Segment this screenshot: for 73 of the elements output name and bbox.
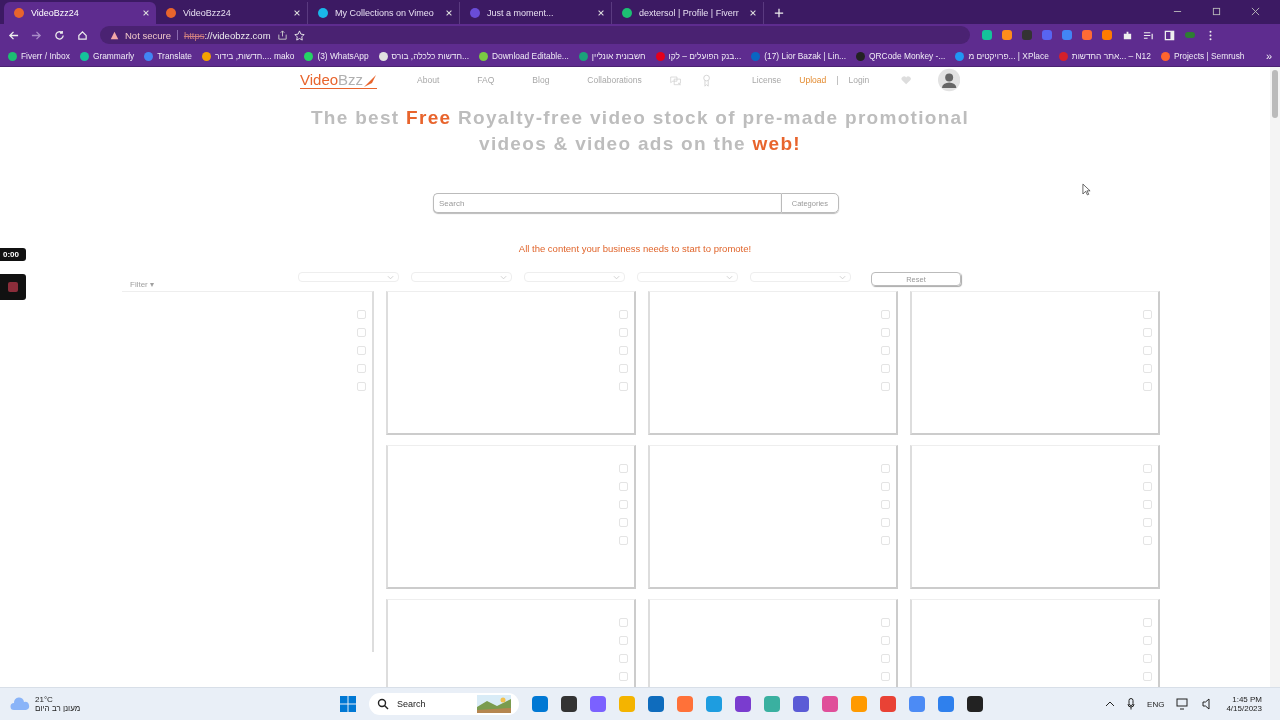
close-icon[interactable] (749, 9, 757, 17)
bookmark[interactable]: חדשות, בידור.... mako (201, 51, 295, 61)
temperature: 21°C (35, 695, 54, 704)
share-icon[interactable] (276, 29, 288, 41)
cloud-icon (10, 697, 30, 711)
app-icon[interactable] (967, 696, 983, 712)
timer-badge: 0:00 (0, 248, 26, 261)
bookmark[interactable]: חשבונית אונליין (578, 51, 646, 61)
video-card[interactable] (648, 445, 898, 589)
video-card[interactable] (910, 291, 1160, 435)
weather-text: מעונן רב היום (35, 704, 81, 713)
video-card[interactable] (910, 445, 1160, 589)
new-tab-icon[interactable] (774, 8, 784, 18)
chevron-icon[interactable] (1105, 701, 1116, 707)
clock[interactable]: 1:45 PM 4/15/2023 (1226, 695, 1262, 713)
network-icon[interactable] (1176, 698, 1191, 710)
chevron-icon (613, 274, 620, 280)
address-bar[interactable]: Not secure https://videobzz.com (100, 26, 970, 44)
award-icon[interactable] (700, 73, 713, 87)
bookmark[interactable]: חדשות כלכלה, בורס... (378, 51, 469, 61)
bookmark[interactable]: Translate (144, 51, 192, 61)
home-icon[interactable] (77, 29, 88, 41)
puzzle-icon[interactable] (1122, 29, 1133, 41)
cursor-icon (1082, 183, 1091, 196)
close-icon[interactable] (293, 9, 301, 17)
url-text: https://videobzz.com (183, 29, 271, 41)
app-icon[interactable] (735, 696, 751, 712)
start-icon[interactable] (340, 696, 356, 712)
app-icon[interactable] (561, 696, 577, 712)
tagline: All the content your business needs to start to promote! (518, 243, 752, 254)
more-bookmarks-button[interactable]: » (1265, 50, 1272, 62)
bookmark[interactable]: Grammarly (79, 51, 135, 61)
bookmark[interactable]: Fiverr / Inbox (8, 51, 70, 61)
reading-list-icon[interactable] (1143, 29, 1154, 41)
bookmark[interactable]: Download Editable... (479, 51, 569, 61)
search-icon (377, 698, 389, 710)
video-card[interactable] (386, 445, 636, 589)
bookmark[interactable]: Projects | Semrush (1160, 51, 1245, 61)
language-indicator[interactable]: ENG (1147, 699, 1165, 709)
chevron-icon (839, 274, 846, 280)
taskbar-search[interactable]: Search (369, 693, 519, 715)
close-icon[interactable] (1251, 7, 1260, 16)
close-icon[interactable] (445, 9, 453, 17)
side-panel-icon[interactable] (1164, 29, 1175, 41)
browser-tab[interactable]: VideoBzz24 (4, 2, 156, 24)
bookmark[interactable]: (3) WhatsApp (304, 51, 369, 61)
warning-icon (110, 30, 119, 40)
bookmark[interactable]: QRCode Monkey -... (856, 51, 946, 61)
chevron-icon (500, 274, 507, 280)
close-icon[interactable] (142, 9, 150, 17)
reload-icon[interactable] (54, 29, 65, 41)
bookmark[interactable]: פרויקטים מ... | XPlace (955, 51, 1049, 61)
video-card[interactable] (386, 291, 636, 435)
search-field[interactable]: Search (433, 193, 781, 213)
video-card[interactable] (648, 291, 898, 435)
bookmark[interactable]: (17) Lior Bazak | Lin... (751, 51, 847, 61)
close-icon[interactable] (597, 9, 605, 17)
bookmark[interactable]: בנק הפועלים – לקו... (655, 51, 742, 61)
chevron-icon (387, 274, 394, 280)
headline: The best Free Royalty-free video stock of pre-made promotional videos & video ads on the web! (309, 106, 971, 156)
security-label: Not secure (125, 29, 171, 41)
profile-icon[interactable] (1185, 32, 1195, 38)
restore-icon[interactable] (1212, 7, 1221, 16)
star-icon[interactable] (293, 29, 305, 41)
avatar-icon[interactable] (937, 67, 960, 93)
chevron-icon (726, 274, 733, 280)
chat-icon[interactable] (669, 73, 681, 87)
microphone-icon[interactable] (1127, 698, 1136, 710)
forward-icon[interactable] (31, 29, 42, 41)
stop-button[interactable] (0, 274, 26, 300)
heart-icon[interactable] (901, 74, 912, 86)
bookmark[interactable]: אתר החדשות... – N12 (1058, 51, 1151, 61)
back-icon[interactable] (8, 29, 19, 41)
